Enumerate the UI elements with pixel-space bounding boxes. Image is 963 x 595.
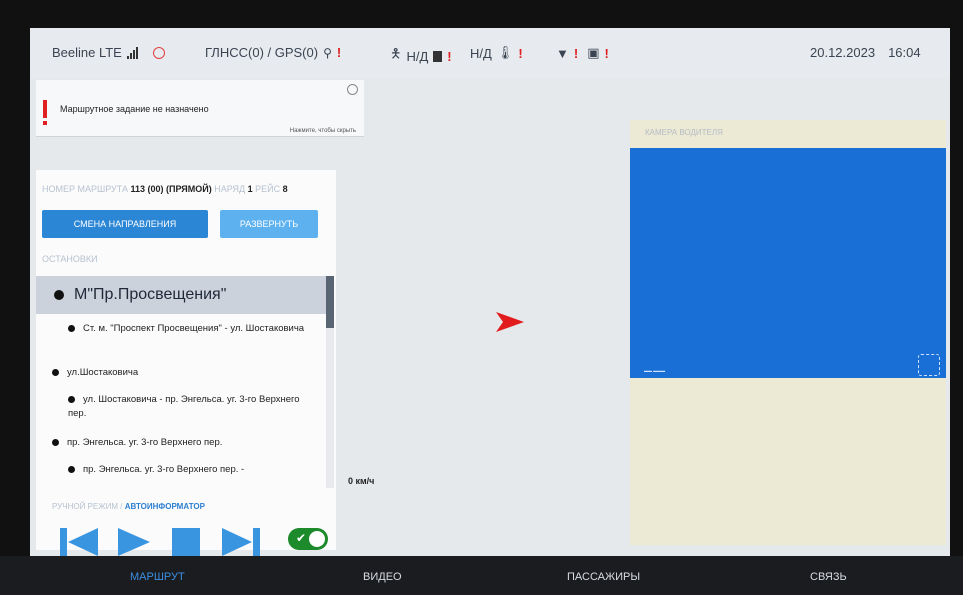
satellite-icon: ⚲ xyxy=(323,45,332,60)
route-info: НОМЕР МАРШРУТА 113 (00) (ПРЯМОЙ) НАРЯД 1… xyxy=(42,184,288,194)
stop-item[interactable]: Ст. м. "Проспект Просвещения" - ул. Шост… xyxy=(68,322,318,336)
alert-hint[interactable]: Нажмите, чтобы скрыть xyxy=(290,128,356,134)
stop-dot-icon xyxy=(68,395,75,403)
printer-warning-icon: ! xyxy=(604,45,609,61)
passenger-status: 🯅 Н/Д ! xyxy=(390,45,452,67)
route-column: Маршрутное задание не назначено Нажмите,… xyxy=(36,80,364,556)
printer-icon: ▣ xyxy=(587,45,600,60)
alert-message: Маршрутное задание не назначено xyxy=(60,104,209,114)
vehicle-position-arrow-icon xyxy=(496,312,524,332)
expand-button[interactable]: РАЗВЕРНУТЬ xyxy=(220,210,318,238)
stop-dot-icon xyxy=(68,324,75,332)
datetime: 20.12.2023 16:04 xyxy=(810,45,921,60)
current-stop-label: М"Пр.Просвещения" xyxy=(74,286,227,303)
device-status: ▼! ▣! xyxy=(556,45,609,61)
stop-item[interactable]: ул.Шостаковича xyxy=(52,366,312,380)
stop-label: пр. Энгельса. уг. 3-го Верхнего пер. - xyxy=(83,464,245,475)
stops-scrollbar[interactable] xyxy=(326,276,334,328)
order-value: 1 xyxy=(247,184,253,194)
tab-route[interactable]: МАРШРУТ xyxy=(130,571,185,583)
camera-device-icon: ▼ xyxy=(556,45,569,61)
network-label: Beeline LTE xyxy=(52,45,122,60)
stop-dot-icon xyxy=(52,368,59,376)
gnss-warning-icon: ! xyxy=(336,45,342,60)
gnss-status: ГЛНСС(0) / GPS(0) ⚲! xyxy=(205,45,341,60)
date-label: 20.12.2023 xyxy=(810,45,876,60)
screen: Beeline LTE ГЛНСС(0) / GPS(0) ⚲! 🯅 Н/Д !… xyxy=(30,28,950,565)
stop-label: Ст. м. "Проспект Просвещения" - ул. Шост… xyxy=(83,323,305,334)
order-label: НАРЯД xyxy=(214,184,246,194)
play-icon[interactable] xyxy=(116,526,152,558)
sensor-status: Н/Д 🌡︎! xyxy=(470,45,523,61)
stop-dot-icon xyxy=(54,290,64,300)
tab-video[interactable]: ВИДЕО xyxy=(363,571,402,583)
current-stop[interactable]: М"Пр.Просвещения" xyxy=(36,276,326,314)
stops-scroll-track[interactable] xyxy=(326,328,334,488)
check-icon: ✔ xyxy=(296,531,307,545)
route-number-label: НОМЕР МАРШРУТА xyxy=(42,184,128,194)
previous-icon[interactable] xyxy=(60,526,100,558)
passenger-label: Н/Д xyxy=(406,48,429,64)
globe-icon xyxy=(152,46,165,59)
trip-label: РЕЙС xyxy=(255,184,281,194)
bottom-nav: МАРШРУТ ВИДЕО ПАССАЖИРЫ СВЯЗЬ xyxy=(0,556,963,595)
camera-title: КАМЕРА ВОДИТЕЛЯ xyxy=(645,128,723,137)
autoinformer-toggle[interactable]: ✔ xyxy=(288,528,328,550)
stop-item[interactable]: пр. Энгельса. уг. 3-го Верхнего пер. xyxy=(52,436,312,450)
toggle-knob xyxy=(309,531,325,547)
tab-communication[interactable]: СВЯЗЬ xyxy=(810,571,847,583)
passenger-warning-icon: ! xyxy=(447,48,452,64)
camera-view[interactable]: ▬▬ ▬▬▬ xyxy=(630,148,946,378)
route-number-value: 113 (00) (ПРЯМОЙ) xyxy=(130,184,212,194)
thermometer-icon: 🌡︎ xyxy=(496,45,514,60)
camera-warning-icon: ! xyxy=(573,45,579,61)
sensor-warning-icon: ! xyxy=(518,45,523,61)
stop-label: ул.Шостаковича xyxy=(67,367,139,378)
stop-dot-icon xyxy=(68,465,75,473)
change-direction-button[interactable]: СМЕНА НАПРАВЛЕНИЯ xyxy=(42,210,208,238)
stops-header: ОСТАНОВКИ xyxy=(42,254,98,264)
sensor-label: Н/Д xyxy=(470,45,492,61)
camera-osd: ▬▬ ▬▬▬ xyxy=(644,368,666,373)
stop-label: пр. Энгельса. уг. 3-го Верхнего пер. xyxy=(67,437,223,448)
stop-item[interactable]: ул. Шостаковича - пр. Энгельса. уг. 3-го… xyxy=(68,393,318,421)
stop-dot-icon xyxy=(52,438,59,446)
network-status: Beeline LTE xyxy=(52,45,165,60)
tab-passengers[interactable]: ПАССАЖИРЫ xyxy=(567,571,640,583)
auto-mode-label[interactable]: АВТОИНФОРМАТОР xyxy=(125,502,205,511)
driver-camera-panel: КАМЕРА ВОДИТЕЛЯ ▬▬ ▬▬▬ xyxy=(630,120,946,545)
person-icon: 🯅 xyxy=(390,46,402,61)
fullscreen-icon[interactable] xyxy=(918,354,940,376)
next-icon[interactable] xyxy=(220,526,260,558)
close-circle-icon[interactable] xyxy=(347,84,358,95)
signal-icon xyxy=(126,46,138,59)
alert-icon xyxy=(43,100,47,125)
speed-readout: 0 км/ч xyxy=(348,476,375,486)
counter-icon xyxy=(433,50,443,62)
trip-value: 8 xyxy=(282,184,288,194)
mode-label: РУЧНОЙ РЕЖИМ / АВТОИНФОРМАТОР xyxy=(52,502,205,511)
stop-item[interactable]: пр. Энгельса. уг. 3-го Верхнего пер. - xyxy=(68,463,318,477)
stop-label: ул. Шостаковича - пр. Энгельса. уг. 3-го… xyxy=(68,394,300,419)
route-alert[interactable]: Маршрутное задание не назначено Нажмите,… xyxy=(36,80,364,137)
stop-icon[interactable] xyxy=(170,526,202,558)
gnss-label: ГЛНСС(0) / GPS(0) xyxy=(205,45,319,60)
time-label: 16:04 xyxy=(888,45,921,60)
manual-mode-label[interactable]: РУЧНОЙ РЕЖИМ / xyxy=(52,502,122,511)
route-panel: НОМЕР МАРШРУТА 113 (00) (ПРЯМОЙ) НАРЯД 1… xyxy=(36,170,336,556)
status-bar: Beeline LTE ГЛНСС(0) / GPS(0) ⚲! 🯅 Н/Д !… xyxy=(30,28,950,78)
